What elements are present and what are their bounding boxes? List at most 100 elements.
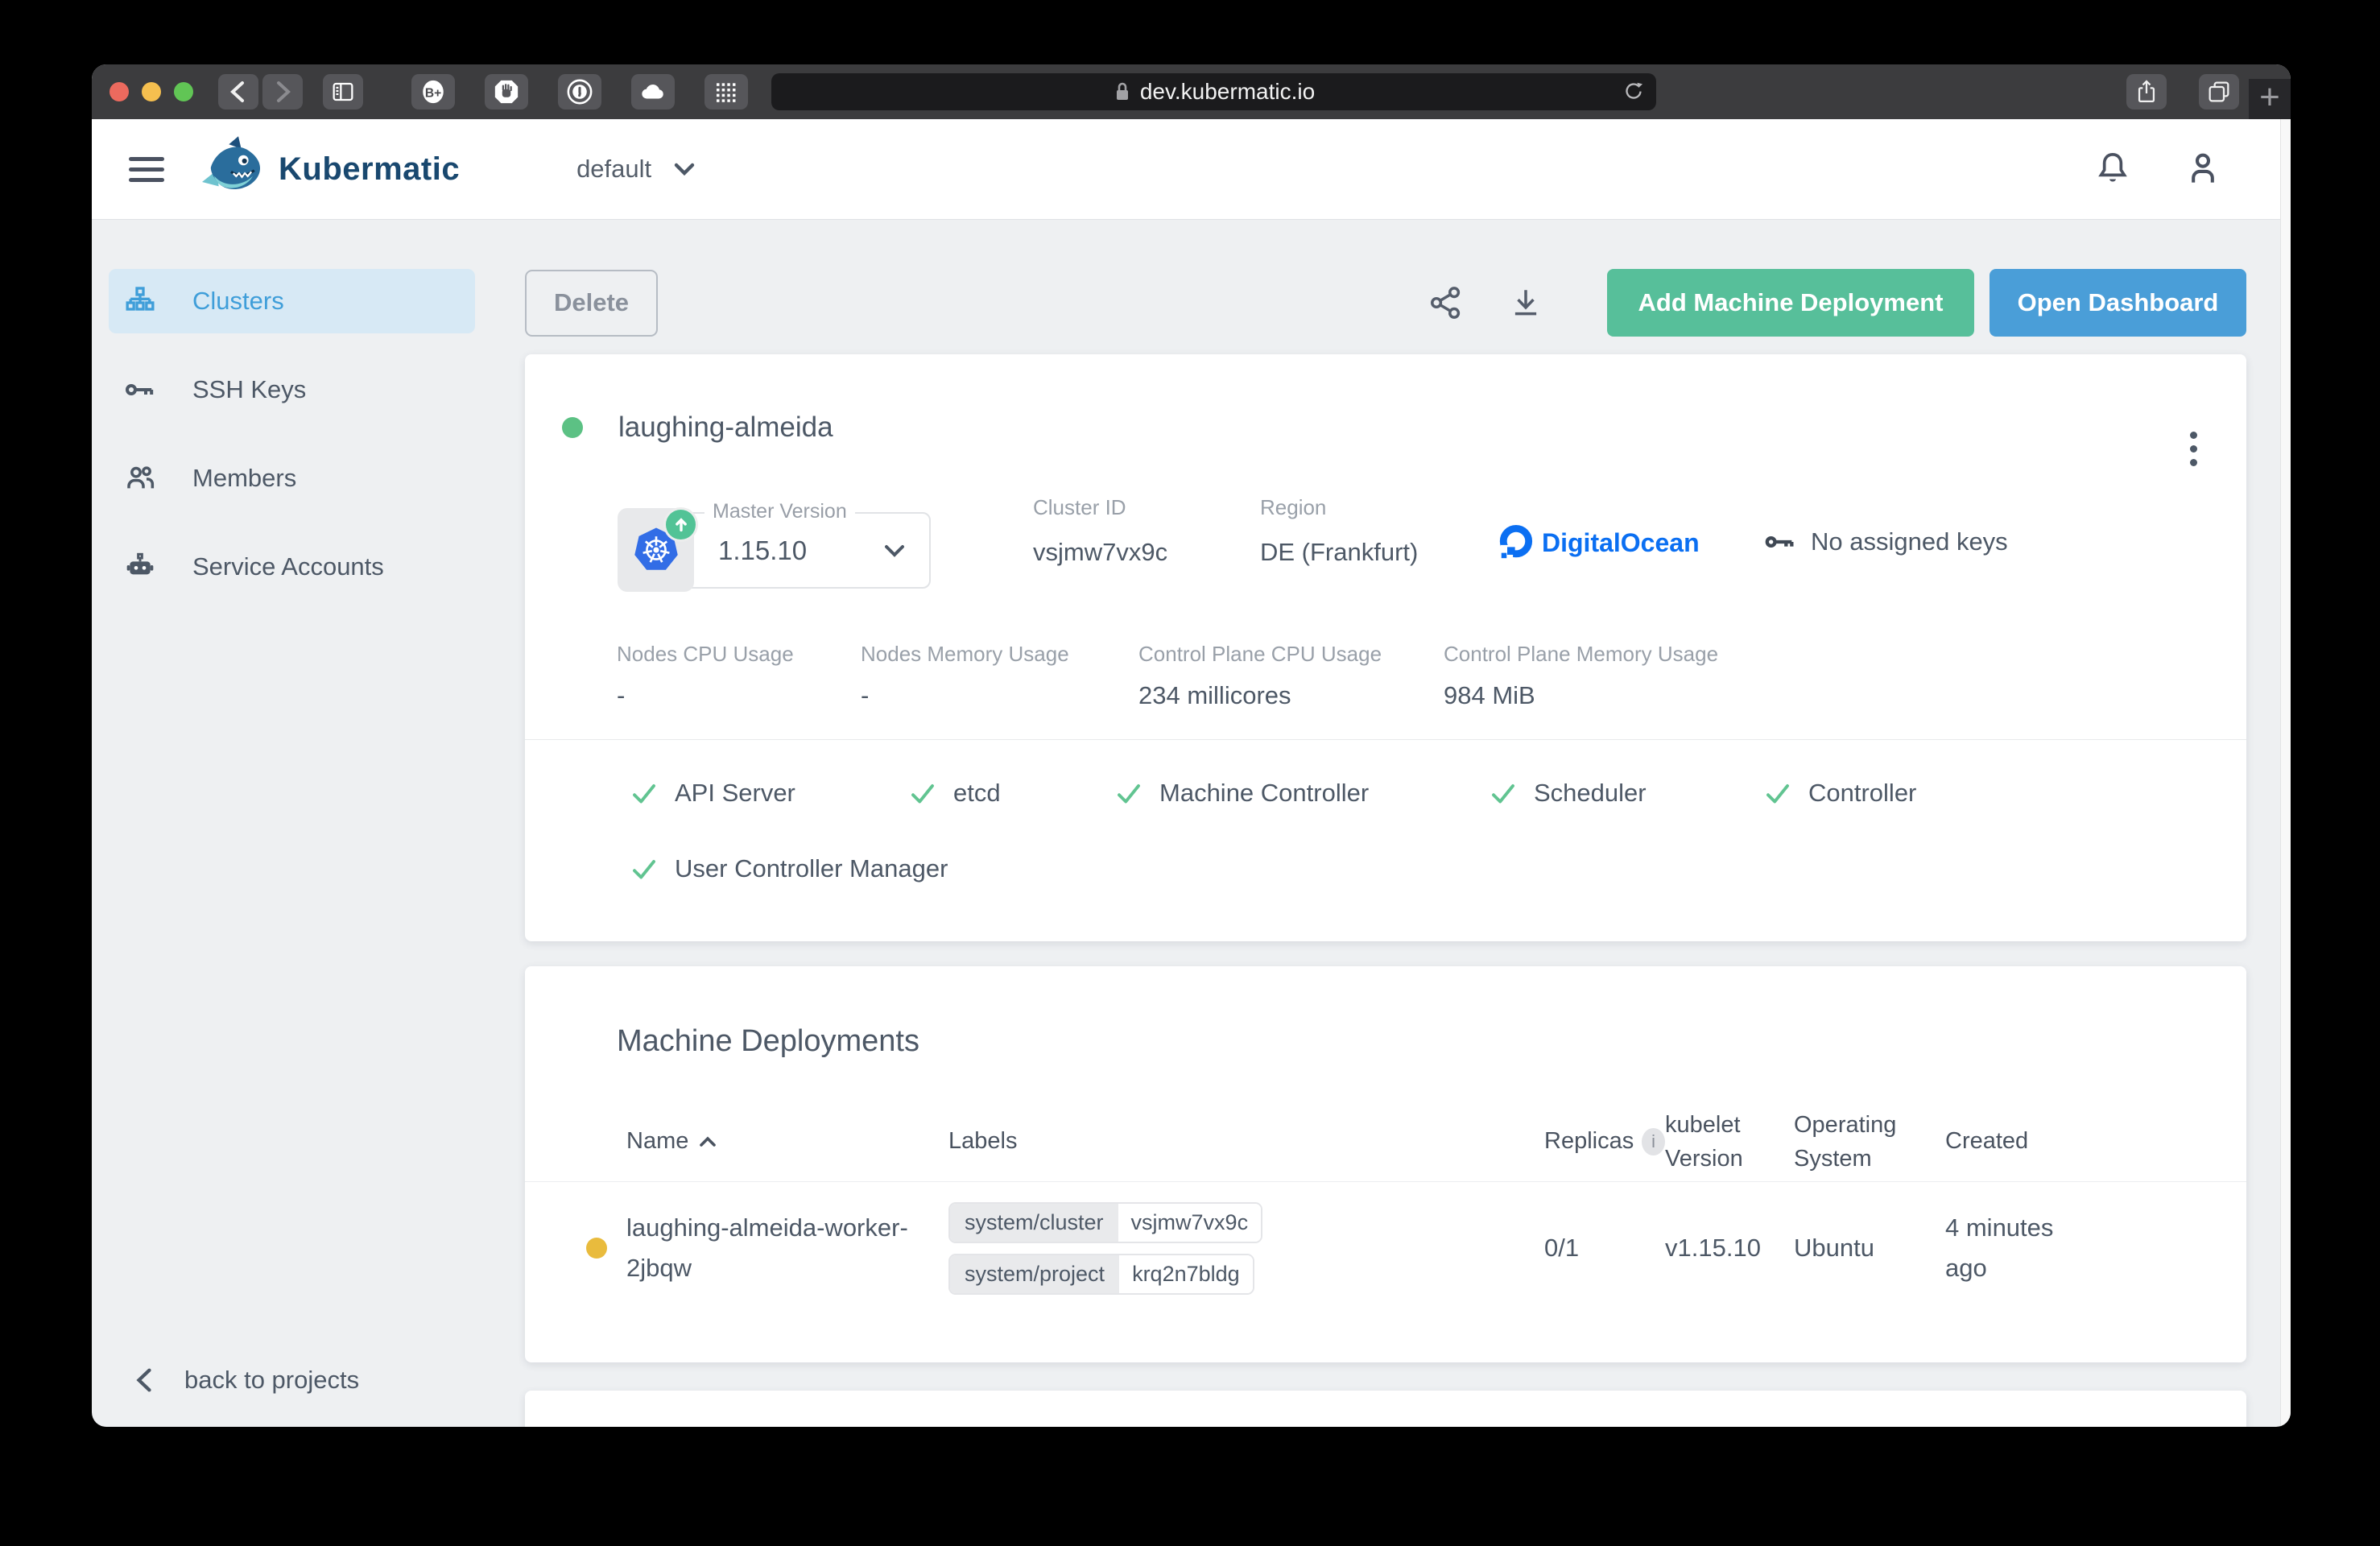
share-icon — [2134, 79, 2159, 105]
window-controls — [109, 82, 193, 101]
svg-text:B+: B+ — [425, 86, 441, 100]
sidebar-item-clusters[interactable]: Clusters — [109, 269, 475, 333]
grid-icon — [713, 79, 739, 105]
share-cluster-button[interactable] — [1428, 285, 1464, 320]
sidebar-item-ssh-keys[interactable]: SSH Keys — [109, 358, 475, 422]
cluster-status-dot — [562, 417, 583, 438]
close-window-button[interactable] — [109, 82, 129, 101]
check-icon — [1763, 779, 1792, 808]
check-icon — [630, 854, 659, 883]
share-nodes-icon — [1428, 285, 1464, 320]
brand-name: Kubermatic — [279, 151, 460, 188]
address-bar[interactable]: dev.kubermatic.io — [771, 73, 1656, 110]
page-toolbar: Delete Add Machine Deployment Open Dashb… — [525, 269, 2246, 337]
cluster-actions-menu-button[interactable] — [2185, 427, 2202, 471]
back-button[interactable] — [218, 74, 258, 110]
region-label: Region — [1260, 495, 1497, 520]
sidebar-item-service-accounts[interactable]: Service Accounts — [109, 535, 475, 599]
kubernetes-version-badge — [618, 508, 694, 592]
key-icon — [1764, 526, 1796, 558]
tab-overview-button[interactable] — [2199, 74, 2239, 110]
column-header-kubelet-version: kubelet Version — [1665, 1108, 1794, 1176]
master-version-control: Master Version 1.15.10 — [618, 508, 931, 592]
download-icon — [1509, 285, 1543, 320]
page-scrollbar[interactable] — [2280, 119, 2291, 1427]
stop-hand-extension-button[interactable] — [485, 74, 528, 110]
browser-window: B+ dev.kubermatic.io + — [92, 64, 2291, 1427]
health-item: Scheduler — [1489, 779, 1763, 808]
check-icon — [908, 779, 937, 808]
label-chip: system/cluster vsjmw7vx9c — [948, 1202, 1262, 1243]
nodes-cpu-usage: Nodes CPU Usage - — [617, 642, 861, 710]
sidebar-item-members[interactable]: Members — [109, 446, 475, 511]
notifications-button[interactable] — [2094, 150, 2131, 188]
onepassword-extension-button[interactable] — [558, 74, 601, 110]
forward-button[interactable] — [262, 74, 303, 110]
open-dashboard-button[interactable]: Open Dashboard — [1990, 269, 2246, 337]
label-chip: system/project krq2n7bldg — [948, 1254, 1254, 1295]
check-icon — [630, 779, 659, 808]
robot-icon — [124, 551, 156, 583]
cloud-extension-button[interactable] — [631, 74, 675, 110]
account-button[interactable] — [2184, 150, 2221, 188]
new-tab-button[interactable]: + — [2249, 79, 2291, 119]
reload-icon — [1622, 80, 1645, 102]
cluster-name: laughing-almeida — [618, 411, 833, 444]
tabs-icon — [2206, 79, 2232, 105]
download-kubeconfig-button[interactable] — [1509, 285, 1543, 320]
bitwarden-extension-button[interactable]: B+ — [411, 74, 455, 110]
digitalocean-icon — [1497, 524, 1534, 561]
sidebar-toggle-button[interactable] — [323, 74, 363, 110]
project-selector-value: default — [576, 155, 651, 184]
info-icon[interactable]: i — [1642, 1128, 1665, 1155]
provider-field: DigitalOcean — [1497, 524, 1764, 561]
provider-name: DigitalOcean — [1542, 528, 1700, 558]
upgrade-available-icon[interactable] — [666, 510, 696, 539]
sidebar-item-label: Service Accounts — [192, 552, 384, 581]
cluster-card: laughing-almeida — [525, 354, 2246, 941]
project-selector[interactable]: default — [576, 155, 696, 184]
extensions-grid-button[interactable] — [704, 74, 748, 110]
minimize-window-button[interactable] — [142, 82, 161, 101]
master-version-select[interactable]: 1.15.10 — [684, 512, 931, 589]
back-to-projects-link[interactable]: back to projects — [133, 1366, 359, 1395]
zoom-window-button[interactable] — [174, 82, 193, 101]
column-header-operating-system: Operating System — [1794, 1108, 1945, 1176]
ssh-keys-field: No assigned keys — [1764, 526, 2008, 558]
url-text: dev.kubermatic.io — [1140, 79, 1315, 105]
share-page-button[interactable] — [2126, 74, 2167, 110]
check-icon — [1489, 779, 1518, 808]
cluster-stats-row: Nodes CPU Usage - Nodes Memory Usage - C… — [617, 642, 2246, 710]
machine-deployment-row[interactable]: laughing-almeida-worker-2jbqw system/clu… — [525, 1182, 2246, 1314]
next-card-partial — [525, 1391, 2246, 1427]
lock-icon — [1113, 81, 1132, 103]
machine-deployments-title: Machine Deployments — [525, 966, 2246, 1059]
user-icon — [2184, 150, 2221, 188]
reload-button[interactable] — [1622, 80, 1645, 106]
back-to-projects-label: back to projects — [184, 1366, 359, 1395]
chevron-down-icon — [882, 543, 907, 559]
cluster-health-section: API Server etcd Machine Controller — [525, 740, 2246, 883]
sidebar-icon — [330, 79, 356, 105]
add-machine-deployment-button[interactable]: Add Machine Deployment — [1607, 269, 1974, 337]
delete-cluster-button[interactable]: Delete — [525, 270, 658, 337]
deployment-created: 4 minutes ago — [1945, 1208, 2074, 1288]
health-item: Controller — [1763, 779, 1916, 808]
chevron-left-icon — [228, 80, 249, 104]
health-item: User Controller Manager — [630, 854, 948, 883]
deployment-operating-system: Ubuntu — [1794, 1234, 1945, 1263]
column-header-name[interactable]: Name — [626, 1128, 948, 1155]
cluster-id-value: vsjmw7vx9c — [1033, 533, 1174, 572]
cloud-extension-icon — [639, 78, 667, 105]
app-header: Kubermatic default — [92, 119, 2291, 219]
machine-deployments-card: Machine Deployments Name Labels Replicas — [525, 966, 2246, 1362]
stop-hand-extension-icon — [493, 78, 520, 105]
menu-button[interactable] — [129, 157, 164, 182]
cluster-id-field: Cluster ID vsjmw7vx9c — [1033, 495, 1260, 572]
ssh-keys-value: No assigned keys — [1811, 527, 2008, 556]
check-icon — [1114, 779, 1143, 808]
master-version-value: 1.15.10 — [718, 535, 807, 566]
deployment-labels: system/cluster vsjmw7vx9c system/project… — [948, 1202, 1544, 1295]
cluster-detail-page: Delete Add Machine Deployment Open Dashb… — [525, 219, 2291, 1427]
browser-toolbar: B+ dev.kubermatic.io + — [92, 64, 2291, 119]
